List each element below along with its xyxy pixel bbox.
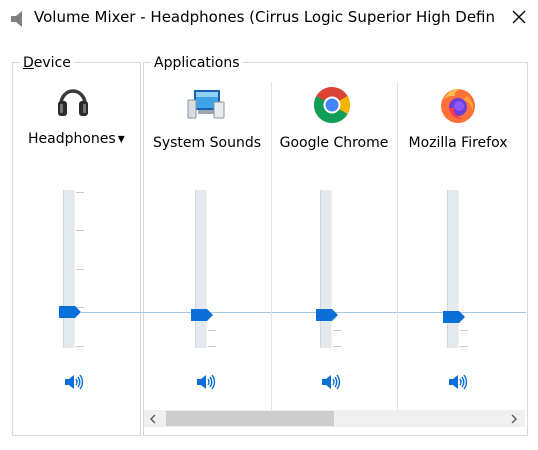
applications-group-label: Applications: [151, 55, 243, 71]
column-divider: [271, 82, 272, 410]
system-sounds-icon: [187, 90, 225, 119]
mozilla-firefox-mute-speaker-icon[interactable]: [448, 373, 470, 391]
close-icon: [512, 10, 526, 24]
chevron-down-icon: ▾: [117, 131, 125, 147]
app-tick: [333, 346, 341, 347]
device-tick: [76, 269, 84, 270]
headphones-icon: [58, 89, 88, 116]
device-volume-track[interactable]: [63, 190, 75, 348]
google-chrome-mute-speaker-icon[interactable]: [321, 373, 343, 391]
device-label-rest: evice: [33, 55, 71, 71]
device-group-label: Device: [20, 55, 74, 71]
column-divider: [397, 82, 398, 410]
device-mute-speaker-icon[interactable]: [64, 373, 86, 391]
device-tick: [76, 230, 84, 231]
app-tick: [208, 346, 216, 347]
scroll-left-button[interactable]: [144, 410, 161, 427]
chrome-icon: [313, 87, 351, 124]
chevron-left-icon: [149, 413, 156, 424]
device-label-mnemonic: D: [23, 55, 34, 71]
device-volume-thumb[interactable]: [59, 306, 81, 318]
google-chrome-volume-thumb[interactable]: [316, 309, 338, 321]
app-tick: [460, 346, 468, 347]
app-tick: [208, 330, 216, 331]
system-sounds-mute-speaker-icon[interactable]: [196, 373, 218, 391]
firefox-icon: [441, 88, 475, 123]
scroll-thumb[interactable]: [166, 411, 334, 426]
app-label-mozilla-firefox: Mozilla Firefox: [408, 135, 508, 151]
speaker-title-icon: [11, 11, 22, 27]
scroll-right-button[interactable]: [505, 410, 522, 427]
device-tick: [76, 192, 84, 193]
device-name: Headphones: [28, 131, 116, 147]
app-label-google-chrome: Google Chrome: [279, 135, 389, 151]
window-title: Volume Mixer - Headphones (Cirrus Logic …: [34, 8, 494, 26]
system-sounds-volume-track[interactable]: [195, 190, 207, 348]
app-tick: [460, 330, 468, 331]
device-dropdown[interactable]: Headphones ▾: [28, 131, 128, 151]
mozilla-firefox-volume-thumb[interactable]: [443, 311, 465, 323]
google-chrome-volume-track[interactable]: [320, 190, 332, 348]
app-label-system-sounds: System Sounds: [152, 135, 262, 151]
system-sounds-volume-thumb[interactable]: [191, 309, 213, 321]
close-button[interactable]: [500, 0, 538, 34]
app-tick: [333, 330, 341, 331]
mozilla-firefox-volume-track[interactable]: [447, 190, 459, 348]
device-tick: [76, 346, 84, 347]
chevron-right-icon: [510, 413, 517, 424]
